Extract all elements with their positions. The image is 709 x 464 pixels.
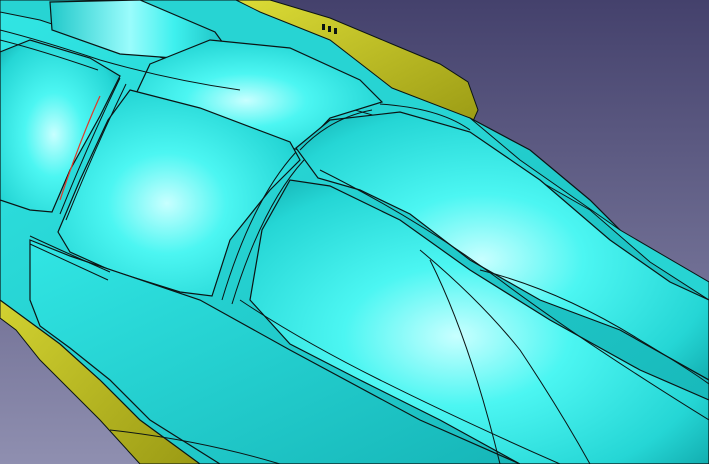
viewport-canvas[interactable] bbox=[0, 0, 709, 464]
cad-3d-viewport[interactable] bbox=[0, 0, 709, 464]
